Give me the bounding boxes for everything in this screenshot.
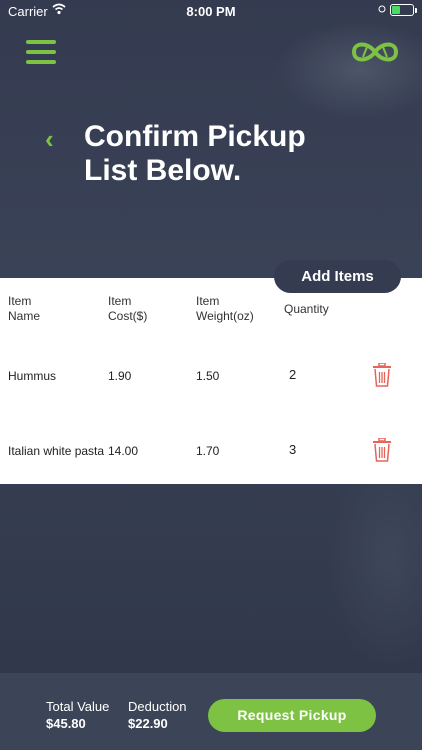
- orientation-lock-icon: [378, 5, 386, 13]
- back-chevron-icon[interactable]: ‹: [45, 124, 54, 155]
- header-item-weight: Item Weight(oz): [196, 294, 254, 323]
- trash-icon[interactable]: [372, 438, 392, 462]
- header-item-cost: Item Cost($): [108, 294, 148, 323]
- deduction-value: $22.90: [128, 716, 168, 731]
- header-quantity: Quantity: [284, 302, 329, 316]
- trash-icon[interactable]: [372, 363, 392, 387]
- battery-icon: [390, 4, 417, 16]
- total-value: $45.80: [46, 716, 86, 731]
- title-line-2: List Below.: [84, 154, 242, 187]
- title-line-1: Confirm Pickup: [84, 120, 306, 153]
- item-quantity[interactable]: 3: [289, 442, 296, 457]
- total-value-label: Total Value: [46, 699, 110, 714]
- request-pickup-button[interactable]: Request Pickup: [208, 699, 376, 732]
- item-cost: 1.90: [108, 369, 132, 383]
- deduction-label: Deduction: [128, 699, 187, 714]
- logo-icon: [351, 42, 399, 62]
- item-name: Italian white pasta: [8, 444, 105, 458]
- item-cost: 14.00: [108, 444, 139, 458]
- page-title: Confirm Pickup List Below.: [84, 120, 384, 188]
- item-weight: 1.50: [196, 369, 220, 383]
- header-item-name: Item Name: [8, 294, 41, 323]
- add-items-button[interactable]: Add Items: [274, 260, 401, 293]
- item-quantity[interactable]: 2: [289, 367, 296, 382]
- clock: 8:00 PM: [186, 4, 236, 19]
- item-weight: 1.70: [196, 444, 220, 458]
- status-bar: Carrier 8:00 PM: [0, 0, 422, 22]
- menu-icon[interactable]: [26, 40, 56, 64]
- item-name: Hummus: [8, 369, 57, 383]
